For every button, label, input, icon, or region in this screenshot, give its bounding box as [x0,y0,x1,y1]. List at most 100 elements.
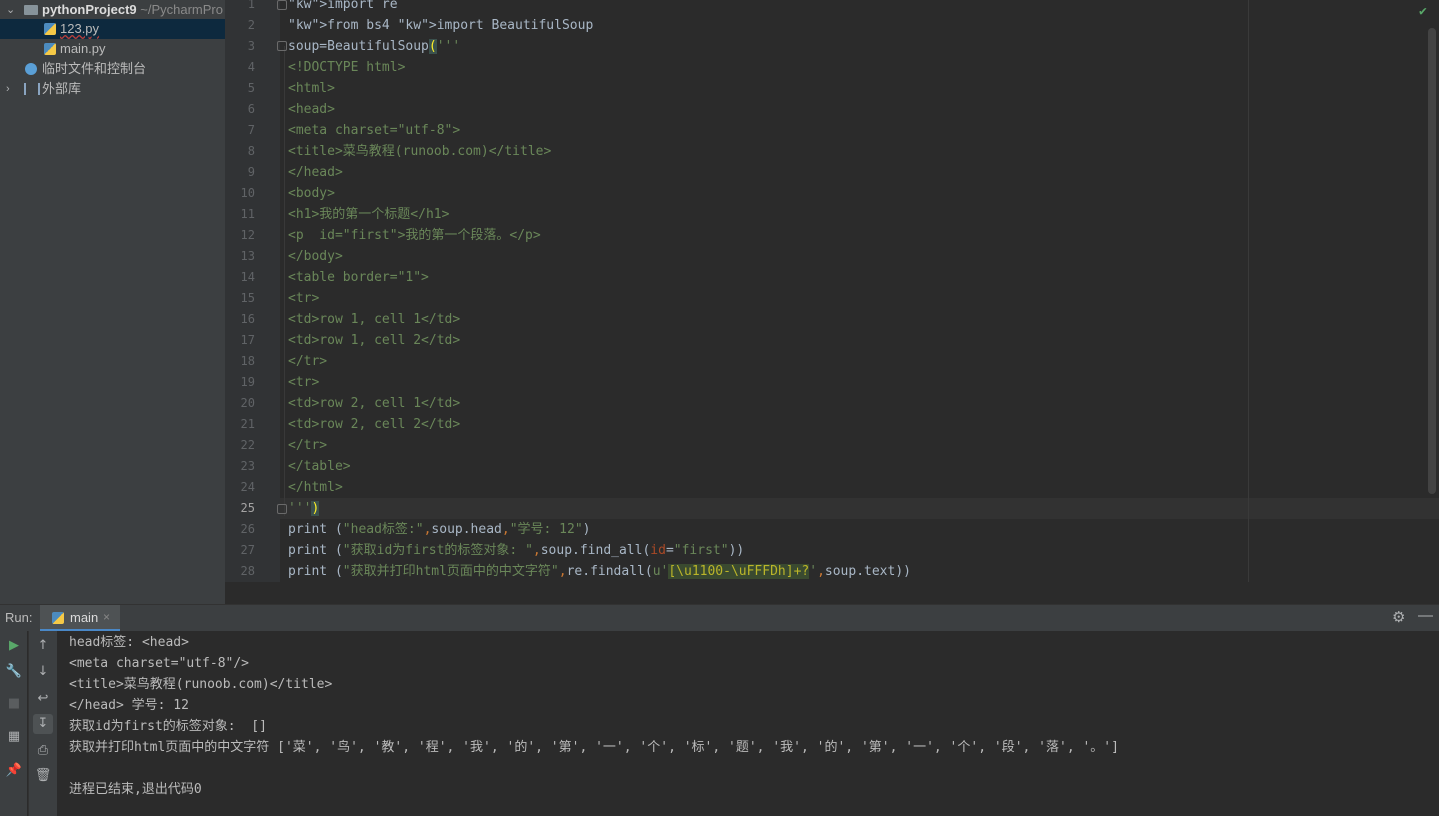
console-line: head标签: <head> [69,635,189,650]
code-line[interactable]: soup=BeautifulSoup(''' [288,36,460,57]
line-number[interactable]: 20 [225,393,255,414]
line-number[interactable]: 15 [225,288,255,309]
console-line: <title>菜鸟教程(runoob.com)</title> [69,677,333,692]
line-number[interactable]: 8 [225,141,255,162]
code-line[interactable]: <head> [288,99,335,120]
code-line[interactable]: </tr> [288,351,327,372]
code-line[interactable]: <td>row 2, cell 2</td> [288,414,460,435]
arrow-up-icon[interactable]: ↑ [33,636,53,656]
code-line[interactable]: print ("获取并打印html页面中的中文字符",re.findall(u'… [288,561,911,582]
line-number[interactable]: 22 [225,435,255,456]
indent-guide [284,46,285,516]
tree-item-label: 123.py [60,21,100,36]
code-line[interactable]: "kw">import re [288,0,398,15]
code-line[interactable]: </body> [288,246,343,267]
chevron-down-icon[interactable]: ⌄ [6,0,16,20]
print-icon[interactable]: ⎙ [33,741,53,761]
code-line[interactable]: <table border="1"> [288,267,429,288]
tree-item-main-py[interactable]: main.py [0,39,225,59]
line-number[interactable]: 9 [225,162,255,183]
line-number[interactable]: 24 [225,477,255,498]
inspection-ok-icon[interactable]: ✔ [1419,4,1427,19]
minimize-icon[interactable]: — [1418,607,1433,624]
line-number[interactable]: 12 [225,225,255,246]
run-tool-window-header: Run: main × ⚙ — [0,605,1439,631]
run-icon[interactable]: ▶ [4,636,24,656]
code-line[interactable]: ''') [288,498,320,519]
layout-icon[interactable]: ▦ [4,727,24,747]
arrow-down-icon[interactable]: ↓ [33,662,53,682]
code-line[interactable]: <title>菜鸟教程(runoob.com)</title> [288,141,551,162]
line-number[interactable]: 7 [225,120,255,141]
line-number[interactable]: 4 [225,57,255,78]
line-number[interactable]: 1 [225,0,255,15]
tree-item-external-libraries[interactable]: › 外部库 [0,79,225,99]
close-icon[interactable]: × [103,610,110,624]
code-line[interactable]: <td>row 1, cell 2</td> [288,330,460,351]
stop-icon[interactable]: ■ [4,694,24,714]
code-line[interactable]: <meta charset="utf-8"> [288,120,460,141]
line-number[interactable]: 14 [225,267,255,288]
line-number[interactable]: 2 [225,15,255,36]
code-line[interactable]: </head> [288,162,343,183]
scroll-to-end-icon[interactable]: ↧ [33,714,53,734]
fold-marker-icon[interactable] [277,504,287,514]
code-editor[interactable] [280,0,1439,582]
python-file-icon [52,612,64,624]
line-number[interactable]: 5 [225,78,255,99]
line-number[interactable]: 13 [225,246,255,267]
code-line[interactable]: <tr> [288,288,319,309]
line-number[interactable]: 16 [225,309,255,330]
line-number[interactable]: 6 [225,99,255,120]
line-number[interactable]: 11 [225,204,255,225]
console-line: <meta charset="utf-8"/> [69,656,250,671]
code-line[interactable]: <!DOCTYPE html> [288,57,405,78]
editor-scrollbar[interactable] [1428,28,1436,494]
run-tab-label[interactable]: main [70,610,98,625]
code-line[interactable]: print ("head标签:",soup.head,"学号: 12") [288,519,591,540]
chevron-right-icon[interactable]: › [6,79,16,99]
line-number[interactable]: 18 [225,351,255,372]
code-line[interactable]: <td>row 1, cell 1</td> [288,309,460,330]
code-line[interactable]: <p id="first">我的第一个段落。</p> [288,225,541,246]
console-line: 进程已结束,退出代码0 [69,782,202,797]
soft-wrap-icon[interactable]: ↩ [33,689,53,709]
wrench-icon[interactable]: 🔧 [4,662,24,682]
fold-marker-icon[interactable] [277,41,287,51]
library-icon [24,83,40,95]
code-line[interactable]: </html> [288,477,343,498]
trash-icon[interactable]: 🗑 [33,766,53,786]
line-number[interactable]: 27 [225,540,255,561]
code-line[interactable]: </table> [288,456,351,477]
line-number[interactable]: 3 [225,36,255,57]
code-line[interactable]: "kw">from bs4 "kw">import BeautifulSoup [288,15,593,36]
line-number[interactable]: 10 [225,183,255,204]
python-file-icon [44,43,56,55]
line-number[interactable]: 26 [225,519,255,540]
line-number[interactable]: 28 [225,561,255,582]
fold-marker-icon[interactable] [277,0,287,10]
console-line: 获取id为first的标签对象: [] [69,719,267,734]
line-number[interactable]: 23 [225,456,255,477]
tree-item-123-py[interactable]: 123.py [0,19,225,39]
pin-icon[interactable]: 📌 [4,761,24,781]
gear-icon[interactable]: ⚙ [1392,608,1405,626]
line-number[interactable]: 21 [225,414,255,435]
folder-icon [24,5,38,15]
code-line[interactable]: <td>row 2, cell 1</td> [288,393,460,414]
tree-item-scratches[interactable]: 临时文件和控制台 [0,59,225,79]
code-line[interactable]: <h1>我的第一个标题</h1> [288,204,449,225]
line-number[interactable]: 25 [225,498,255,519]
tree-item-project-root[interactable]: ⌄ pythonProject9 ~/PycharmPro [0,0,225,20]
project-root-name: pythonProject9 [42,2,137,17]
scratches-icon [25,63,37,75]
line-number[interactable]: 19 [225,372,255,393]
code-line[interactable]: <html> [288,78,335,99]
project-tool-window: ⌄ pythonProject9 ~/PycharmPro 123.py mai… [0,0,225,604]
code-line[interactable]: print ("获取id为first的标签对象: ",soup.find_all… [288,540,744,561]
code-line[interactable]: <body> [288,183,335,204]
line-number[interactable]: 17 [225,330,255,351]
right-margin-guide [1248,0,1249,582]
code-line[interactable]: <tr> [288,372,319,393]
code-line[interactable]: </tr> [288,435,327,456]
